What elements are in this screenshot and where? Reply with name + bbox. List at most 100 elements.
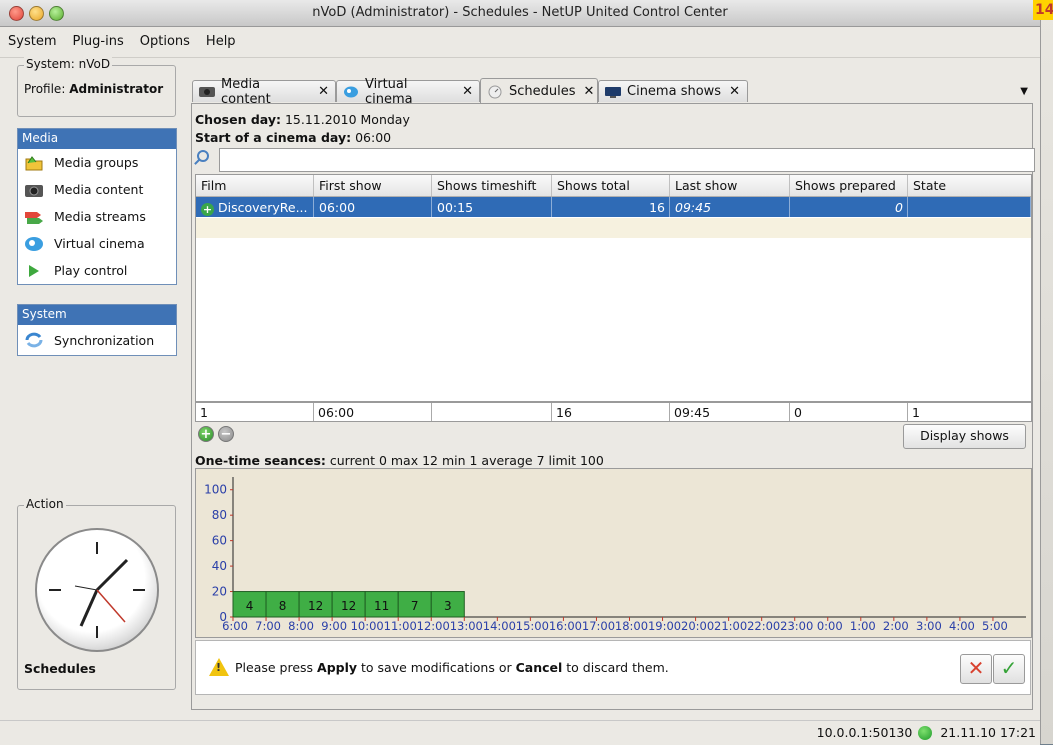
total-shows-total: 16 (552, 403, 670, 421)
seances-chart-svg: 0204060801004 8 12 12 11 7 36:00 7:00 8:00 9:00 10… (204, 477, 1026, 633)
x-tick-label: 12:00 (417, 619, 450, 633)
profile-line: Profile: Administrator (24, 82, 163, 96)
tab-media-content[interactable]: Media content ✕ (192, 77, 336, 107)
corner-badge: 14 (1033, 0, 1053, 20)
cell-shows-timeshift: 00:15 (432, 197, 552, 217)
cell-film: + DiscoveryRe... (196, 197, 314, 217)
nav-synchronization[interactable]: Synchronization (18, 325, 176, 355)
nav-media-content[interactable]: Media content (18, 176, 176, 203)
table-row[interactable]: + DiscoveryRe... 06:00 00:15 16 09:45 0 (196, 197, 1031, 217)
remove-show-button[interactable]: − (218, 426, 234, 442)
camera-icon (199, 86, 215, 98)
x-tick-label: 18:00 (615, 619, 648, 633)
cell-state (908, 197, 1031, 217)
tab-bar: Media content ✕ Virtual cinema ✕ Schedul… (188, 76, 1034, 107)
camera-icon (24, 181, 44, 199)
nav-label: Synchronization (54, 332, 155, 348)
notice-suffix: to discard them. (562, 660, 669, 675)
x-tick-label: 9:00 (321, 619, 347, 633)
nav-media-streams[interactable]: Media streams (18, 203, 176, 230)
window-title: nVoD (Administrator) - Schedules - NetUP… (312, 5, 728, 20)
column-header-shows-timeshift[interactable]: Shows timeshift (432, 175, 552, 196)
tab-virtual-cinema[interactable]: Virtual cinema ✕ (336, 77, 480, 107)
bar-value-label: 8 (279, 599, 287, 613)
nav-play-control[interactable]: Play control (18, 257, 176, 284)
nav-label: Virtual cinema (54, 236, 145, 251)
notice-text: Please press Apply to save modifications… (235, 660, 669, 675)
x-tick-label: 3:00 (916, 619, 942, 633)
x-tick-label: 15:00 (516, 619, 549, 633)
streams-icon (24, 208, 44, 226)
column-header-state[interactable]: State (908, 175, 1031, 196)
close-tab-icon[interactable]: ✕ (462, 84, 473, 99)
system-panel: System Synchronization (17, 304, 177, 356)
cell-shows-total: 16 (552, 197, 670, 217)
y-tick-label: 100 (204, 483, 227, 497)
tab-label: Schedules (509, 83, 576, 99)
bar-value-label: 12 (341, 599, 356, 613)
film-name: DiscoveryRe... (218, 200, 308, 215)
column-header-film[interactable]: Film (196, 175, 314, 196)
seances-values: current 0 max 12 min 1 average 7 limit 1… (329, 453, 604, 468)
total-last-show: 09:45 (670, 403, 790, 421)
display-shows-button[interactable]: Display shows (903, 424, 1026, 449)
profile-label: Profile: (24, 82, 66, 96)
menu-help[interactable]: Help (198, 27, 244, 49)
table-totals-row: 1 06:00 16 09:45 0 1 (195, 402, 1032, 422)
menu-plugins[interactable]: Plug-ins (64, 27, 131, 49)
x-tick-label: 8:00 (288, 619, 314, 633)
nav-label: Media streams (54, 209, 146, 224)
column-header-first-show[interactable]: First show (314, 175, 432, 196)
cell-shows-prepared: 0 (790, 197, 908, 217)
column-header-last-show[interactable]: Last show (670, 175, 790, 196)
search-row (195, 148, 1035, 172)
nav-label: Media content (54, 182, 144, 197)
action-box: Action Schedules (17, 497, 176, 690)
column-header-shows-prepared[interactable]: Shows prepared (790, 175, 908, 196)
search-input[interactable] (219, 148, 1035, 172)
x-tick-label: 11:00 (384, 619, 417, 633)
total-film: 1 (196, 403, 314, 421)
x-tick-label: 19:00 (648, 619, 681, 633)
title-bar: nVoD (Administrator) - Schedules - NetUP… (0, 0, 1040, 27)
y-tick-label: 20 (212, 585, 227, 599)
profile-value: Administrator (69, 82, 164, 96)
y-tick-label: 60 (212, 534, 227, 548)
clock-icon (35, 528, 159, 652)
warning-icon: ! (209, 658, 229, 676)
x-tick-label: 20:00 (681, 619, 714, 633)
media-panel: Media Media groups Media content Media s… (17, 128, 177, 285)
status-bar: 10.0.0.1:50130 21.11.10 17:21 (0, 720, 1040, 745)
nav-media-groups[interactable]: Media groups (18, 149, 176, 176)
add-show-button[interactable]: + (198, 426, 214, 442)
server-address: 10.0.0.1:50130 (816, 725, 913, 740)
x-tick-label: 5:00 (982, 619, 1008, 633)
notice-apply-word: Apply (317, 660, 358, 675)
nav-virtual-cinema[interactable]: Virtual cinema (18, 230, 176, 257)
nav-label: Play control (54, 263, 128, 278)
tab-schedules[interactable]: Schedules ✕ (480, 78, 598, 103)
apply-button[interactable]: ✓ (993, 654, 1025, 684)
system-legend: System: nVoD (24, 57, 113, 71)
x-tick-label: 16:00 (549, 619, 582, 633)
column-header-shows-total[interactable]: Shows total (552, 175, 670, 196)
close-tab-icon[interactable]: ✕ (318, 84, 329, 99)
y-tick-label: 80 (212, 508, 227, 522)
clock-icon (487, 85, 503, 99)
menu-system[interactable]: System (0, 27, 64, 49)
total-shows-timeshift (432, 403, 552, 421)
x-tick-label: 1:00 (850, 619, 876, 633)
total-first-show: 06:00 (314, 403, 432, 421)
close-tab-icon[interactable]: ✕ (729, 84, 740, 99)
cell-first-show: 06:00 (314, 197, 432, 217)
x-tick-label: 21:00 (714, 619, 747, 633)
cinema-icon (343, 86, 359, 98)
menu-options[interactable]: Options (132, 27, 198, 49)
close-tab-icon[interactable]: ✕ (584, 84, 595, 99)
seances-chart: 0 20 40 60 80 100 4 8 12 12 11 7 3 6:00 7:00 8:00 9:00 10… (195, 468, 1032, 638)
x-tick-label: 14:00 (483, 619, 516, 633)
cinema-day-start: Start of a cinema day: 06:00 (195, 130, 391, 145)
tab-cinema-shows[interactable]: Cinema shows ✕ (598, 80, 748, 102)
cancel-button[interactable]: ✕ (960, 654, 992, 684)
tab-list-dropdown-icon[interactable]: ▼ (1020, 86, 1028, 97)
